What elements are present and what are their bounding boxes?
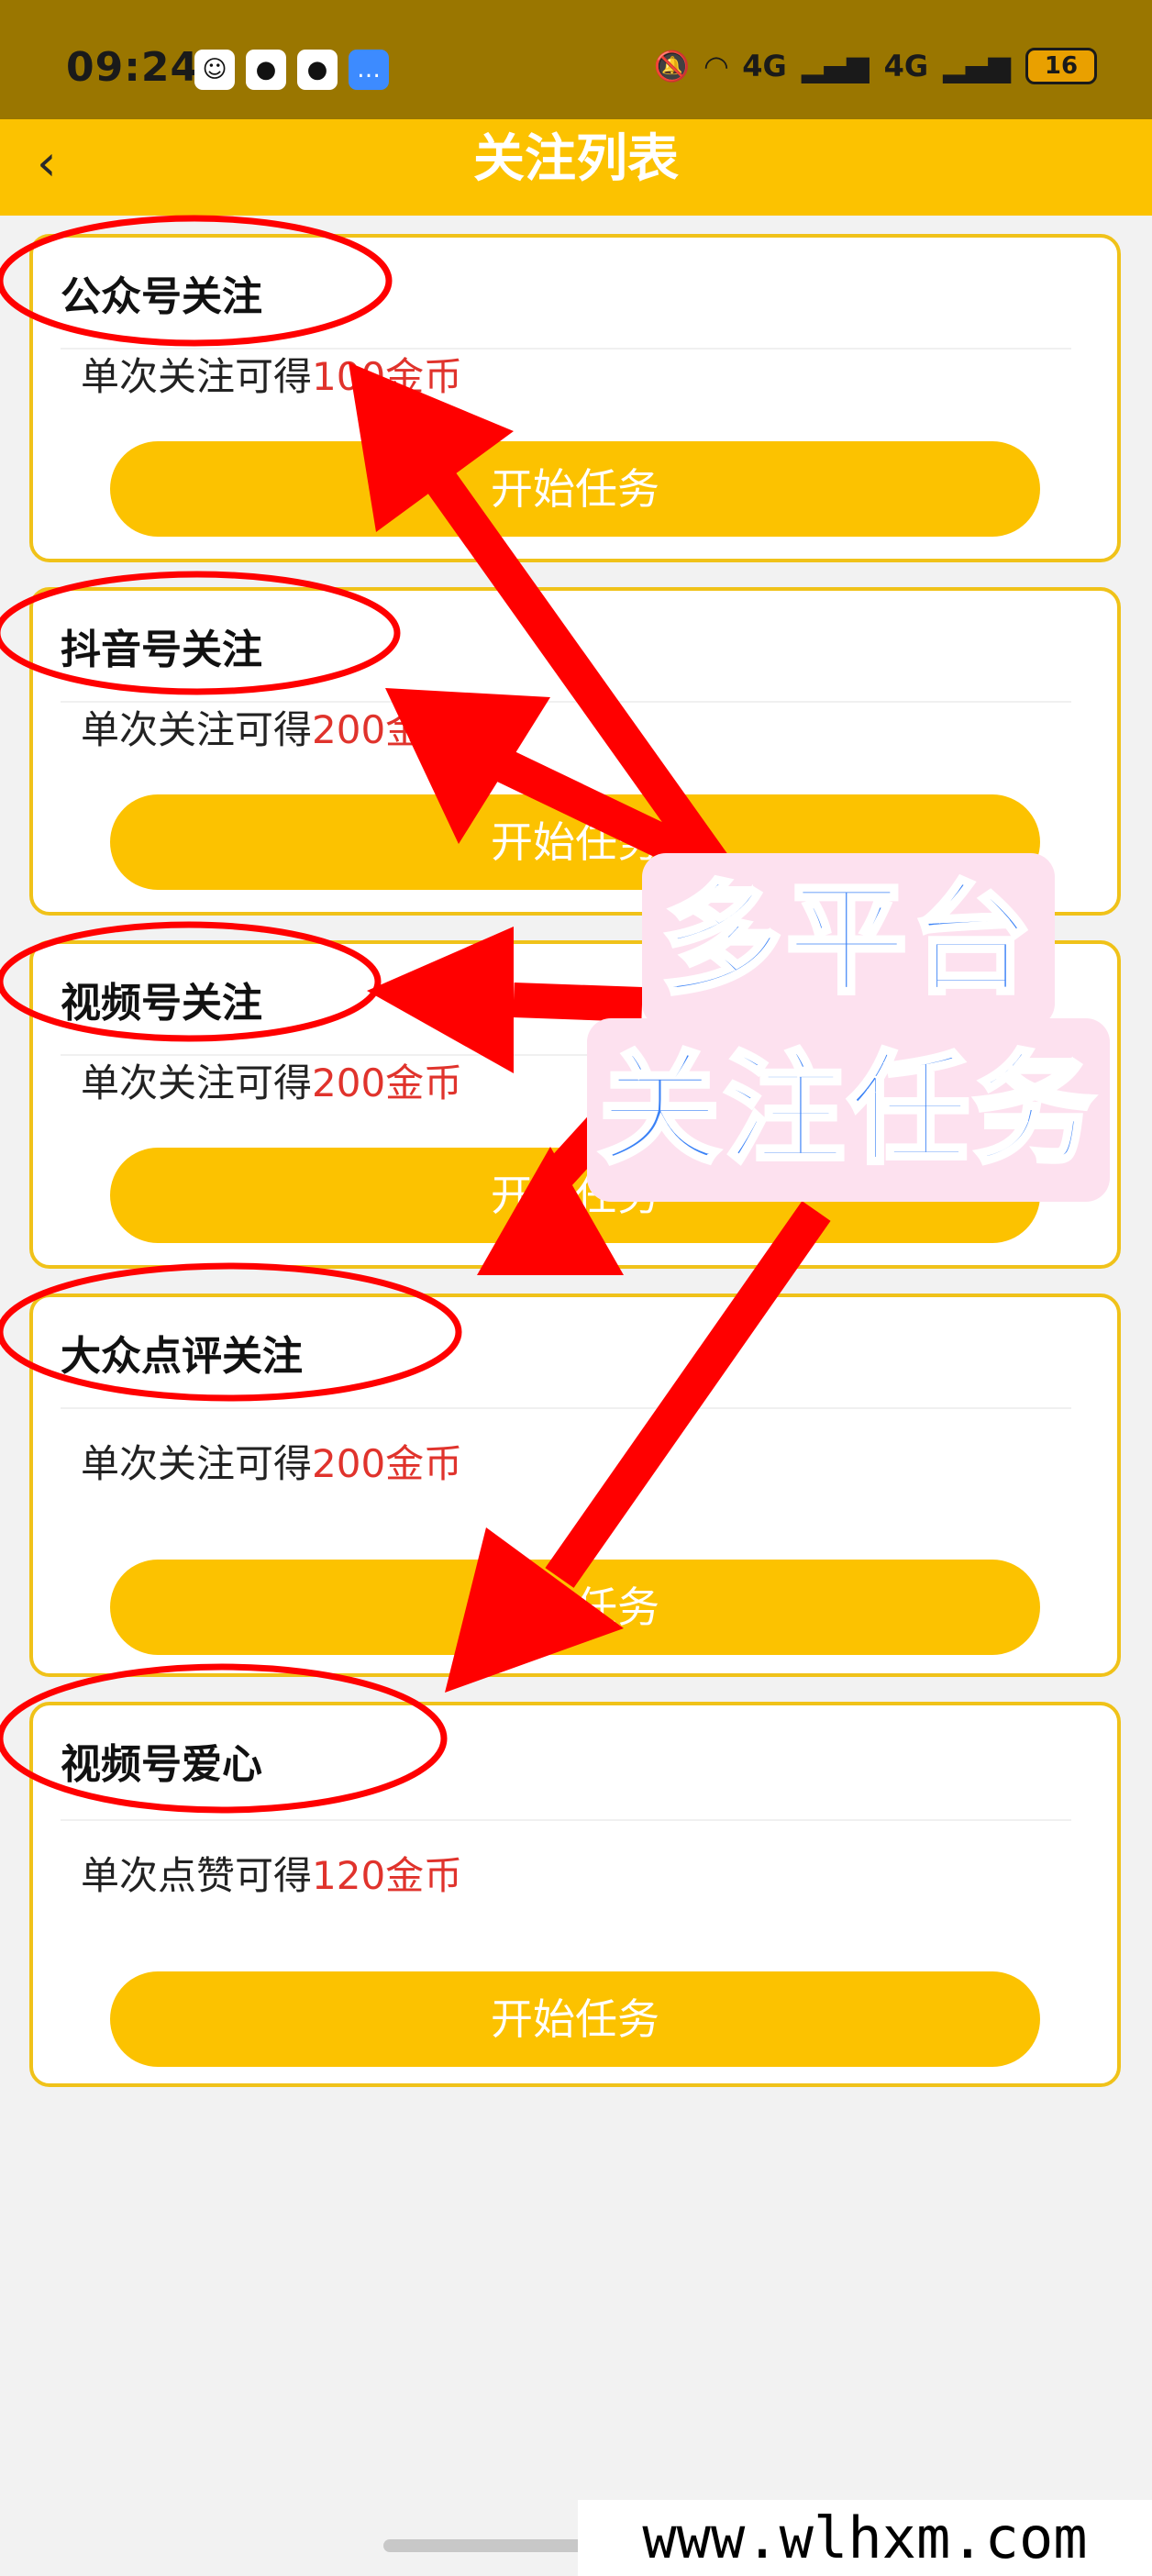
desc-prefix: 单次点赞可得 [81, 1853, 313, 1898]
battery-icon: 16 [1025, 48, 1097, 84]
desc-prefix: 单次关注可得 [81, 707, 313, 752]
status-app-icons: ☺ ● ● … [194, 50, 389, 90]
qq-app-icon: ● [246, 50, 286, 90]
promo-overlay: 多平台 关注任务 [587, 853, 1110, 1202]
qq-app-icon-2: ● [297, 50, 338, 90]
start-task-button[interactable]: 开始任务 [110, 1971, 1040, 2067]
task-card-dianping: 大众点评关注 单次关注可得200金币 开始任务 [29, 1294, 1121, 1677]
mute-bell-icon: 🔕 [653, 49, 691, 83]
card-divider [61, 1819, 1071, 1821]
card-description: 单次关注可得200金币 [81, 699, 462, 755]
signal-bars-icon-2: ▂▄▆ [943, 49, 1011, 83]
start-task-button[interactable]: 开始任务 [110, 441, 1040, 537]
desc-prefix: 单次关注可得 [81, 1060, 313, 1105]
reward-amount: 200金币 [312, 1060, 463, 1105]
card-title: 大众点评关注 [61, 1333, 303, 1380]
reward-amount: 200金币 [312, 707, 463, 752]
start-task-button[interactable]: 开始任务 [110, 1560, 1040, 1655]
card-title: 视频号爱心 [61, 1741, 262, 1788]
status-time: 09:24 [66, 44, 200, 91]
task-card-official-account: 公众号关注 单次关注可得100金币 开始任务 [29, 234, 1121, 562]
status-indicators: 🔕 ◠ 4G ▂▄▆ 4G ▂▄▆ 16 [654, 48, 1097, 84]
card-description: 单次点赞可得120金币 [81, 1845, 462, 1901]
task-card-channels-like: 视频号爱心 单次点赞可得120金币 开始任务 [29, 1702, 1121, 2087]
watermark-text: www.wlhxm.com [578, 2500, 1152, 2576]
card-title: 抖音号关注 [61, 627, 262, 673]
signal-label-1: 4G [742, 49, 787, 83]
desc-prefix: 单次关注可得 [81, 1441, 313, 1486]
reward-amount: 100金币 [312, 354, 463, 399]
card-description: 单次关注可得200金币 [81, 1052, 462, 1108]
reward-amount: 120金币 [312, 1853, 463, 1898]
card-description: 单次关注可得200金币 [81, 1433, 462, 1489]
card-title: 公众号关注 [61, 273, 262, 320]
signal-label-2: 4G [883, 49, 929, 83]
card-divider [61, 1407, 1071, 1409]
promo-line-1: 多平台 [642, 853, 1055, 1027]
wifi-icon: ◠ [704, 49, 728, 83]
signal-bars-icon: ▂▄▆ [801, 49, 870, 83]
status-bar: 09:24 ☺ ● ● … 🔕 ◠ 4G ▂▄▆ 4G ▂▄▆ 16 [0, 0, 1152, 138]
desc-prefix: 单次关注可得 [81, 354, 313, 399]
card-description: 单次关注可得100金币 [81, 346, 462, 402]
message-app-icon: … [349, 50, 389, 90]
card-title: 视频号关注 [61, 980, 262, 1027]
avatar-app-icon: ☺ [194, 50, 235, 90]
promo-line-2: 关注任务 [587, 1018, 1110, 1202]
nav-bar: ‹ 关注列表 [0, 119, 1152, 216]
page-title: 关注列表 [473, 129, 679, 189]
reward-amount: 200金币 [312, 1441, 463, 1486]
